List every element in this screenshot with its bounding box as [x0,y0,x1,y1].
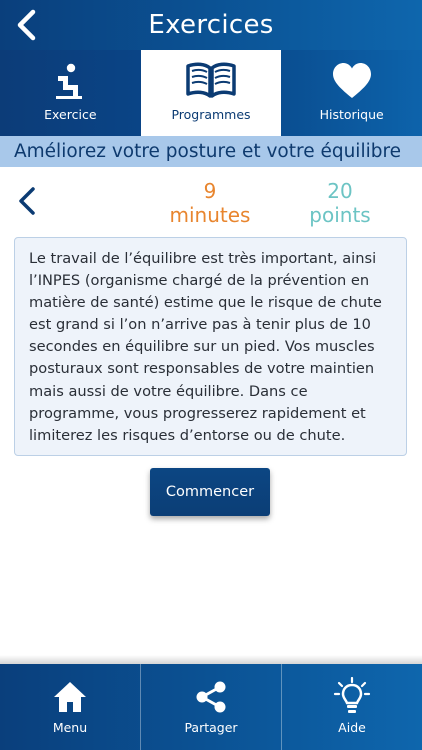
tab-historique-label: Historique [319,107,384,122]
duration-unit: minutes [169,203,251,227]
menu-label: Menu [52,720,88,735]
open-book-icon [186,62,236,98]
previous-program-button[interactable] [12,184,42,218]
points-unit: points [309,203,371,227]
heart-icon [332,63,371,98]
squat-person-icon [56,63,83,99]
program-description: Le travail de l’équilibre est très impor… [14,237,407,456]
home-icon [54,682,86,712]
page-title: Exercices [148,10,274,40]
help-label: Aide [338,720,366,735]
tab-exercice[interactable]: Exercice [0,50,141,136]
chevron-left-icon [19,187,35,215]
help-button[interactable]: Aide [281,664,422,750]
tab-programmes[interactable]: Programmes [140,50,282,136]
lightbulb-icon [333,677,371,713]
tab-bar: Exercice Programmes Historique [0,50,422,136]
menu-button[interactable]: Menu [0,664,140,750]
points-stat: 20 points [290,179,390,227]
program-title-banner: Améliorez votre posture et votre équilib… [0,136,422,167]
share-icon [196,681,226,713]
tab-exercice-label: Exercice [44,107,97,122]
points-value: 20 [327,179,353,203]
share-label: Partager [184,720,238,735]
header-bar: Exercices [0,0,422,50]
tab-historique[interactable]: Historique [281,50,422,136]
start-button[interactable]: Commencer [150,468,270,516]
duration-value: 9 [203,179,217,203]
bottom-nav: Menu Partager Aide [0,664,422,750]
duration-stat: 9 minutes [160,179,260,227]
tab-programmes-label: Programmes [171,107,251,122]
share-button[interactable]: Partager [140,664,281,750]
